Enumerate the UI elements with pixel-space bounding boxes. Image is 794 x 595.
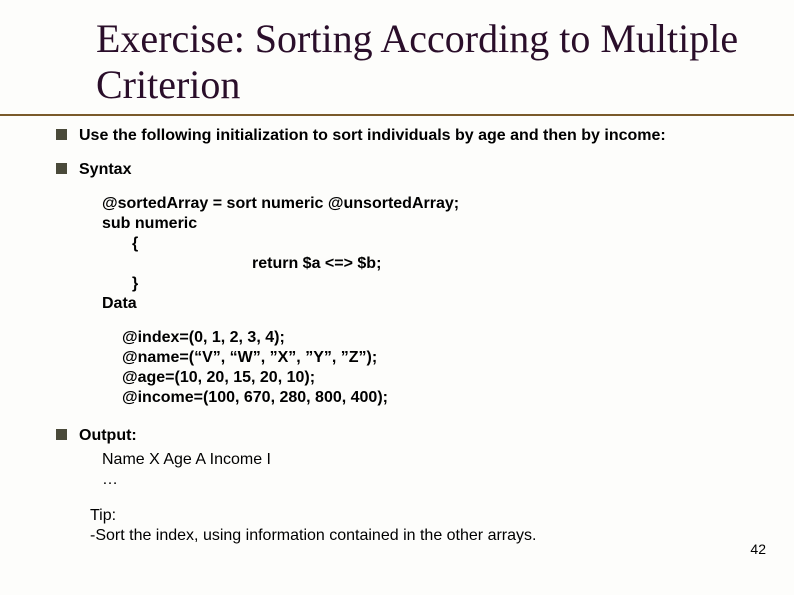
code-line: } [132,274,738,294]
syntax-code-block: @sortedArray = sort numeric @unsortedArr… [102,194,738,314]
bullet-syntax: Syntax [56,160,738,180]
page-number: 42 [750,541,766,557]
slide-title: Exercise: Sorting According to Multiple … [0,0,794,108]
code-line: @index=(0, 1, 2, 3, 4); [122,328,738,348]
square-bullet-icon [56,429,67,440]
square-bullet-icon [56,129,67,140]
output-header: Name X Age A Income I [102,450,738,470]
code-line: sub numeric [102,214,738,234]
code-line: @income=(100, 670, 280, 800, 400); [122,388,738,408]
code-line: @age=(10, 20, 15, 20, 10); [122,368,738,388]
slide-content: Use the following initialization to sort… [0,126,794,546]
bullet-output-text: Output: [79,426,137,446]
code-line: @name=(“V”, “W”, ”X”, ”Y”, ”Z”); [122,348,738,368]
output-ellipsis: … [102,470,738,490]
bullet-intro-text: Use the following initialization to sort… [79,126,666,146]
square-bullet-icon [56,163,67,174]
tip-text: -Sort the index, using information conta… [90,526,738,546]
bullet-intro: Use the following initialization to sort… [56,126,738,146]
title-underline [0,114,794,116]
tip-label: Tip: [90,506,738,526]
code-line: return $a <=> $b; [252,254,738,274]
code-line: Data [102,294,738,314]
output-block: Name X Age A Income I … [102,450,738,490]
data-code-block: @index=(0, 1, 2, 3, 4); @name=(“V”, “W”,… [122,328,738,408]
bullet-syntax-text: Syntax [79,160,131,180]
code-line: @sortedArray = sort numeric @unsortedArr… [102,194,738,214]
code-line: { [132,234,738,254]
tip-block: Tip: -Sort the index, using information … [90,506,738,546]
bullet-output: Output: [56,426,738,446]
